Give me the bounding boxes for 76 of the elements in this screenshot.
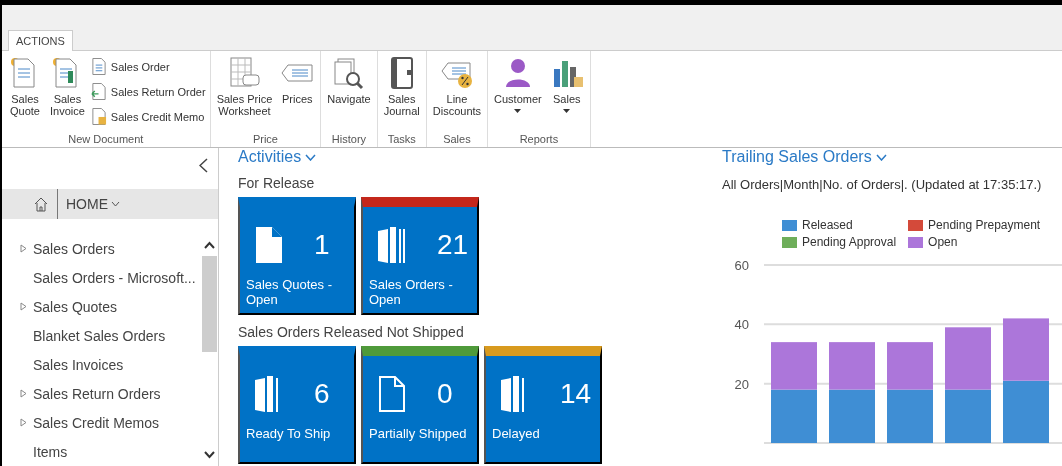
document-outline-icon [377,374,407,414]
document-icon [90,107,107,126]
cue-tile[interactable]: 0 Partially Shipped [361,346,479,464]
section-title: For Release [238,175,316,191]
axis-tick-label: 60 [734,258,749,273]
ribbon-button[interactable]: Prices [278,55,317,133]
ribbon-button[interactable]: Sales Journal [381,55,422,133]
nav-item[interactable]: Items [20,437,201,466]
ribbon-menu-button[interactable]: Sales [547,55,586,133]
ribbon-button[interactable]: Line Discounts [430,55,484,133]
cue-tile[interactable]: 14 Delayed [484,346,602,464]
ribbon-button[interactable]: Sales Order [90,57,206,76]
cue-tile[interactable]: 1 Sales Quotes - Open [238,197,356,315]
bar-segment [945,389,991,443]
scroll-down-icon [204,451,215,459]
bar-segment [771,389,817,443]
cue-tile[interactable]: 6 Ready To Ship [238,346,356,464]
document-icon [90,57,107,76]
bar-segment [887,342,933,390]
nav-item[interactable]: Sales Orders [20,234,201,263]
caret-icon [514,109,522,113]
ribbon-button[interactable]: Sales Credit Memo [90,107,206,126]
ribbon-tab[interactable]: ACTIONS [8,30,73,51]
bar-segment [1003,318,1049,381]
collapse-icon [199,158,208,173]
bar-segment [1003,380,1049,443]
group-label: Sales [442,133,472,147]
section-title: Sales Orders Released Not Shipped [238,324,465,340]
group-label: History [330,133,368,147]
ribbon-button[interactable]: Sales Price Worksheet [214,55,275,133]
home-icon [33,196,49,212]
ribbon-menu-button[interactable]: Customer [492,55,544,133]
axis-tick-label: 20 [734,376,749,392]
expand-triangle-icon [20,418,27,427]
bar-segment [887,389,933,443]
group-label: Reports [518,133,560,147]
bar-segment [945,327,991,390]
group-label: Tasks [386,133,417,147]
nav-item[interactable]: Blanket Sales Orders [20,321,201,350]
ribbon-button[interactable]: Navigate [325,55,373,133]
legend-label: Open [928,235,958,249]
ribbon-button[interactable]: Sales Return Order [90,82,206,101]
axis-tick-label: 40 [734,317,749,333]
bar-segment [829,389,875,443]
group-label: Price [251,133,279,147]
nav-item[interactable]: Sales Invoices [20,350,201,379]
document-stack-icon [377,225,407,265]
document-icon [90,82,107,101]
expand-triangle-icon [20,389,27,398]
scrollbar-thumb[interactable] [202,256,217,352]
chart-subtitle: All Orders|Month|No. of Orders|. (Updated at 17:35:17.) [722,177,1043,192]
chevron-down-icon [305,153,317,161]
document-icon [254,225,284,265]
legend-label: Released [802,218,853,232]
legend-label: Pending Approval [802,235,897,249]
group-label: New Document [67,133,145,147]
ribbon-button[interactable]: Sales Invoice [48,55,87,133]
nav-item[interactable]: Sales Quotes [20,292,201,321]
chevron-down-icon [875,153,887,161]
caret-icon [563,109,571,113]
bar-segment [829,342,875,390]
cue-tile[interactable]: 21 Sales Orders - Open [361,197,479,315]
expand-triangle-icon [20,244,27,253]
section-heading[interactable]: Activities [238,148,317,166]
nav-item[interactable]: Sales Return Orders [20,379,201,408]
scroll-up-icon [204,241,215,249]
expand-triangle-icon [20,302,27,311]
chevron-down-icon [111,201,120,207]
section-heading[interactable]: Trailing Sales Orders [722,148,887,166]
ribbon-button[interactable]: Sales Quote [6,55,44,133]
legend-label: Pending Prepayment [928,218,1041,232]
nav-item[interactable]: Sales Orders - Microsoft... [20,263,201,292]
nav-item[interactable]: Sales Credit Memos [20,408,201,437]
magnifier-documents-icon [331,55,366,91]
home-menu[interactable]: HOME [66,196,120,212]
bar-segment [771,342,817,390]
